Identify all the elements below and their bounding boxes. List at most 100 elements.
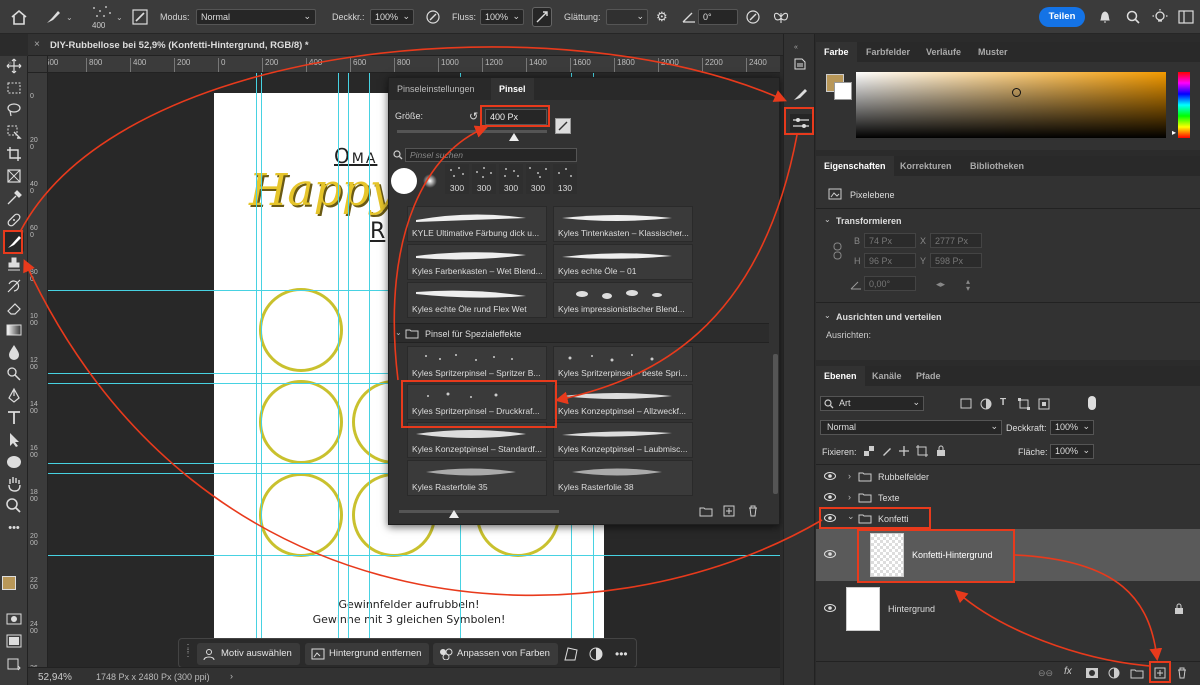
brush-preset[interactable]: Kyles Spritzerpinsel – Spritzer B...	[407, 346, 547, 382]
zoom-level[interactable]: 52,94%	[38, 672, 72, 683]
chevron-down-icon[interactable]: ⌄	[116, 13, 123, 22]
reset-size-icon[interactable]: ↺	[469, 110, 478, 123]
tab-paths[interactable]: Pfade	[908, 366, 949, 386]
screen-mode-icon[interactable]	[4, 631, 24, 651]
transform-section-title[interactable]: Transformieren	[836, 216, 902, 226]
eraser-tool-icon[interactable]	[4, 298, 24, 318]
healing-brush-tool-icon[interactable]	[4, 210, 24, 230]
eye-icon[interactable]	[824, 549, 836, 559]
adjustment-layer-icon[interactable]	[1108, 667, 1120, 679]
gear-icon[interactable]: ⚙	[656, 9, 668, 25]
filter-shape-icon[interactable]	[1018, 398, 1030, 410]
flip-horizontal-icon[interactable]: ◂▸	[936, 279, 945, 290]
dodge-tool-icon[interactable]	[4, 364, 24, 384]
trash-icon[interactable]	[747, 505, 759, 517]
object-select-tool-icon[interactable]	[4, 122, 24, 142]
width-input[interactable]: 74 Px	[864, 233, 916, 248]
close-tab-icon[interactable]: ×	[34, 39, 40, 50]
tab-color[interactable]: Farbe	[816, 42, 857, 62]
brush-preset[interactable]: KYLE Ultimative Färbung dick u...	[407, 206, 547, 242]
symmetry-butterfly-icon[interactable]	[772, 9, 790, 25]
angle-input[interactable]: 0,00°	[864, 276, 916, 291]
tab-patterns[interactable]: Muster	[970, 42, 1016, 62]
home-icon[interactable]	[10, 9, 28, 25]
flow-input[interactable]: 100% ⌄	[480, 9, 524, 25]
blur-tool-icon[interactable]	[4, 342, 24, 362]
hue-handle[interactable]: ▸	[1172, 128, 1176, 137]
brush-preset[interactable]: Kyles Konzeptpinsel – Standardf...	[407, 422, 547, 458]
height-input[interactable]: 96 Px	[864, 253, 916, 268]
select-subject-button[interactable]: Motiv auswählen	[197, 643, 300, 665]
new-brush-icon[interactable]	[723, 505, 735, 517]
brush-tool-icon[interactable]	[44, 8, 62, 26]
brush-preset[interactable]: Kyles Rasterfolie 38	[553, 460, 693, 496]
brush-preset[interactable]: Kyles Farbenkasten – Wet Blend...	[407, 244, 547, 280]
layer-row[interactable]: Hintergrund	[816, 583, 1200, 635]
frame-tool-icon[interactable]	[4, 166, 24, 186]
brush-preview-icon[interactable]	[90, 4, 114, 20]
lock-artboard-icon[interactable]	[916, 445, 928, 457]
eye-icon[interactable]	[824, 492, 836, 502]
brush-tool-icon[interactable]	[4, 232, 24, 252]
brush-settings-toggle-icon[interactable]	[132, 9, 148, 25]
add-mask-icon[interactable]	[1086, 668, 1098, 678]
clone-stamp-tool-icon[interactable]	[4, 254, 24, 274]
brush-preset[interactable]: Kyles Konzeptpinsel – Allzweckf...	[553, 384, 693, 420]
marquee-tool-icon[interactable]	[4, 78, 24, 98]
tab-libraries[interactable]: Bibliotheken	[962, 156, 1032, 176]
brush-panel-icon[interactable]	[792, 86, 808, 102]
tab-properties[interactable]: Eigenschaften	[816, 156, 894, 176]
foreground-color-swatch[interactable]	[2, 576, 16, 590]
chevron-down-icon[interactable]: ⌄	[66, 13, 73, 22]
crop-tool-icon[interactable]	[4, 144, 24, 164]
document-tab-title[interactable]: DIY-Rubbellose bei 52,9% (Konfetti-Hinte…	[50, 40, 309, 51]
airbrush-icon[interactable]	[532, 7, 552, 27]
layer-row[interactable]: › Rubbelfelder	[816, 466, 1200, 487]
chevron-down-icon[interactable]: ⌄	[824, 215, 831, 224]
brush-preset[interactable]: Kyles Konzeptpinsel – Laubmisc...	[553, 422, 693, 458]
new-folder-icon[interactable]	[699, 506, 713, 517]
filter-type-icon[interactable]: T	[1000, 397, 1006, 408]
layer-fill-input[interactable]: 100% ⌄	[1050, 444, 1094, 459]
tab-layers[interactable]: Ebenen	[816, 366, 865, 386]
brush-search-input[interactable]: Pinsel suchen	[405, 148, 577, 162]
brush-folder-row[interactable]: ⌄ Pinsel für Spezialeffekte	[389, 323, 769, 343]
quick-mask-icon[interactable]	[4, 609, 24, 629]
tab-brush-settings[interactable]: Pinseleinstellungen	[389, 78, 483, 100]
pressure-size-icon[interactable]	[744, 9, 762, 25]
smoothing-input[interactable]: ⌄	[606, 9, 648, 25]
brush-tip[interactable]: 300	[445, 164, 469, 194]
mask-icon[interactable]	[589, 647, 603, 661]
brush-tip-soft-round[interactable]	[423, 174, 437, 188]
brush-preset[interactable]: Kyles echte Öle – 01	[553, 244, 693, 280]
type-tool-icon[interactable]	[4, 408, 24, 428]
tab-brushes[interactable]: Pinsel	[491, 78, 534, 100]
layer-opacity-input[interactable]: 100% ⌄	[1050, 420, 1094, 435]
lock-pixels-icon[interactable]	[882, 446, 892, 456]
hand-tool-icon[interactable]	[4, 474, 24, 494]
lightbulb-icon[interactable]	[1152, 9, 1168, 25]
preview-size-slider-handle[interactable]	[449, 510, 459, 518]
brush-tip[interactable]: 130	[553, 164, 577, 194]
layer-row[interactable]: › Texte	[816, 487, 1200, 508]
zoom-tool-icon[interactable]	[4, 496, 24, 516]
chevron-down-icon[interactable]: ⌄	[824, 311, 831, 320]
size-slider-handle[interactable]	[509, 133, 519, 141]
angle-input[interactable]: 0°	[698, 9, 738, 25]
brush-preset[interactable]: Kyles Rasterfolie 35	[407, 460, 547, 496]
tab-adjustments[interactable]: Korrekturen	[892, 156, 960, 176]
tab-swatches[interactable]: Farbfelder	[858, 42, 918, 62]
size-input[interactable]: 400 Px	[485, 109, 547, 125]
tab-gradients[interactable]: Verläufe	[918, 42, 969, 62]
eye-icon[interactable]	[824, 471, 836, 481]
opacity-input[interactable]: 100% ⌄	[370, 9, 414, 25]
x-input[interactable]: 2777 Px	[930, 233, 982, 248]
brush-preview-toggle-icon[interactable]	[555, 118, 571, 134]
generative-fill-icon[interactable]	[4, 654, 24, 674]
filter-toggle[interactable]	[1088, 396, 1096, 410]
adjust-colors-button[interactable]: Anpassen von Farben	[433, 643, 558, 665]
search-icon[interactable]	[1126, 10, 1140, 24]
chevron-right-icon[interactable]: ›	[848, 471, 851, 481]
link-icon[interactable]	[832, 242, 844, 260]
workspace-icon[interactable]	[1178, 9, 1194, 25]
